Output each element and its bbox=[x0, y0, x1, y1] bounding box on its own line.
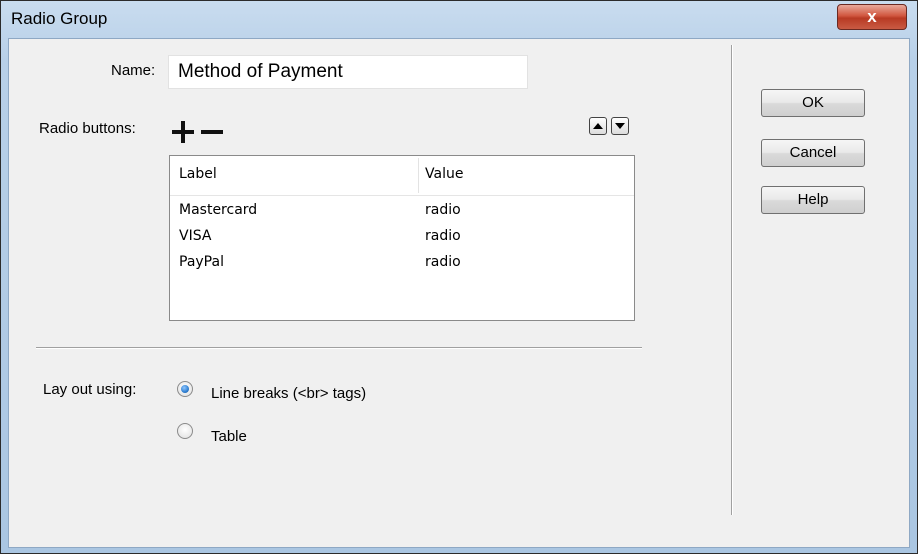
row-value: radio bbox=[425, 254, 461, 270]
table-row[interactable]: PayPal radio bbox=[170, 250, 634, 276]
row-label: Mastercard bbox=[179, 202, 258, 218]
plus-icon[interactable] bbox=[172, 121, 194, 143]
radio-group-dialog: Radio Group x Name: Method of Payment Ra… bbox=[0, 0, 918, 554]
close-icon: x bbox=[867, 7, 877, 26]
radio-table[interactable] bbox=[177, 423, 193, 439]
vertical-divider bbox=[731, 45, 733, 515]
close-button[interactable]: x bbox=[837, 4, 907, 30]
radio-buttons-label: Radio buttons: bbox=[39, 120, 136, 137]
arrow-up-icon bbox=[593, 123, 603, 129]
help-button[interactable]: Help bbox=[761, 186, 865, 214]
column-divider bbox=[418, 158, 419, 193]
arrow-down-icon bbox=[615, 123, 625, 129]
column-header-value[interactable]: Value bbox=[425, 166, 463, 182]
radio-line-breaks[interactable] bbox=[177, 381, 193, 397]
row-value: radio bbox=[425, 202, 461, 218]
name-field[interactable]: Method of Payment bbox=[168, 55, 528, 89]
move-down-button[interactable] bbox=[611, 117, 629, 135]
minus-icon[interactable] bbox=[201, 121, 223, 143]
move-up-button[interactable] bbox=[589, 117, 607, 135]
table-header: Label Value bbox=[170, 156, 634, 196]
cancel-button[interactable]: Cancel bbox=[761, 139, 865, 167]
option-table-label[interactable]: Table bbox=[211, 428, 247, 445]
title-bar: Radio Group x bbox=[1, 1, 917, 37]
row-label: VISA bbox=[179, 228, 212, 244]
row-label: PayPal bbox=[179, 254, 224, 270]
row-value: radio bbox=[425, 228, 461, 244]
window-title: Radio Group bbox=[11, 9, 108, 28]
option-line-breaks-label[interactable]: Line breaks (<br> tags) bbox=[211, 385, 366, 402]
column-header-label[interactable]: Label bbox=[179, 166, 217, 182]
name-label: Name: bbox=[111, 62, 156, 79]
radio-buttons-table[interactable]: Label Value Mastercard radio VISA radio … bbox=[169, 155, 635, 321]
table-row[interactable]: VISA radio bbox=[170, 224, 634, 250]
table-row[interactable]: Mastercard radio bbox=[170, 198, 634, 224]
ok-button[interactable]: OK bbox=[761, 89, 865, 117]
layout-label: Lay out using: bbox=[43, 381, 137, 398]
horizontal-divider bbox=[36, 347, 642, 349]
